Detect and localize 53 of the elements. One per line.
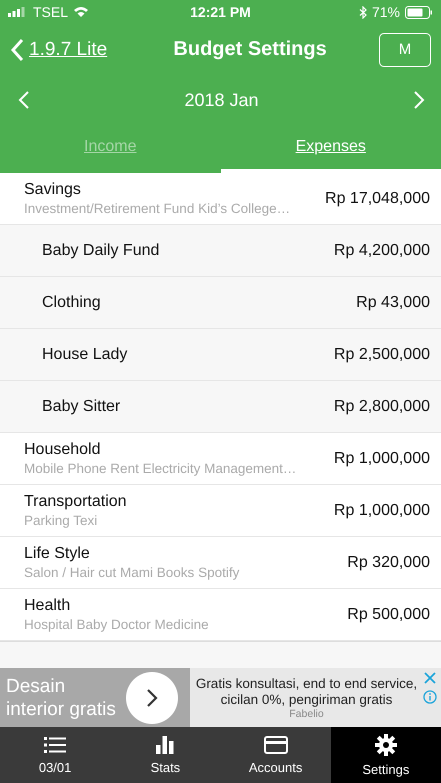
category-name: Transportation — [24, 493, 127, 511]
category-amount: Rp 320,000 — [347, 554, 430, 572]
category-name: Household — [24, 441, 102, 459]
subcategory-row[interactable]: House Lady Rp 2,500,000 — [0, 329, 441, 381]
subcategory-name: House Lady — [42, 346, 128, 364]
screen-title: Budget Settings — [172, 38, 328, 61]
list-icon — [44, 736, 66, 754]
subcategory-row[interactable]: Baby Sitter Rp 2,800,000 — [0, 381, 441, 433]
ad-headline: Desain interior gratis — [6, 674, 117, 720]
tab-bar-item[interactable]: Accounts — [220, 727, 331, 783]
subcategory-row[interactable]: Baby Daily Fund Rp 4,200,000 — [0, 225, 441, 277]
tab-bar-item[interactable]: 03/01 — [0, 727, 110, 783]
subcategory-name: Baby Daily Fund — [42, 242, 160, 260]
category-amount: Rp 500,000 — [347, 606, 430, 624]
status-time: 12:21 PM — [190, 4, 251, 20]
wifi-icon — [73, 6, 90, 18]
category-note: Hospital Baby Doctor Medicine — [24, 617, 209, 632]
previous-month-icon[interactable] — [18, 90, 30, 110]
ad-arrow-button[interactable] — [126, 672, 178, 724]
category-name: Life Style — [24, 545, 91, 563]
category-name: Health — [24, 597, 72, 615]
category-amount: Rp 1,000,000 — [334, 450, 430, 468]
tab-bar-item[interactable]: Stats — [110, 727, 220, 783]
category-name: Savings — [24, 181, 82, 199]
carrier-name: TSEL — [33, 4, 68, 20]
subcategory-name: Clothing — [42, 294, 101, 312]
card-icon — [264, 736, 288, 754]
subcategory-row[interactable]: Clothing Rp 43,000 — [0, 277, 441, 329]
subcategory-amount: Rp 43,000 — [356, 294, 430, 312]
ad-banner[interactable]: Desain interior gratis Gratis konsultasi, end to end service, cicilan 0%, pengiriman gratis Fabelio — [0, 668, 441, 727]
category-note: Salon / Hair cut Mami Books Spotify — [24, 565, 240, 580]
category-amount: Rp 1,000,000 — [334, 502, 430, 520]
close-icon[interactable] — [423, 671, 437, 685]
tab-bar-item[interactable]: Settings — [330, 727, 441, 783]
next-month-icon[interactable] — [412, 90, 425, 110]
battery-icon — [404, 6, 433, 18]
category-note: Parking Texi — [24, 513, 98, 528]
period-label: 2018 Jan — [184, 90, 259, 110]
chevron-left-icon — [10, 38, 24, 62]
battery-percent: 71% — [372, 4, 400, 20]
category-note: Investment/Retirement Fund Kid’s College… — [24, 201, 290, 216]
ad-advertiser: Fabelio — [289, 708, 324, 720]
bluetooth-icon — [358, 6, 367, 18]
ad-body: Gratis konsultasi, end to end service, cicilan 0%, pengiriman gratis — [194, 676, 418, 708]
bar-chart-icon — [156, 736, 174, 754]
info-icon[interactable] — [423, 690, 437, 704]
subcategory-amount: Rp 2,500,000 — [334, 346, 430, 364]
category-amount: Rp 17,048,000 — [325, 190, 430, 208]
subcategory-name: Baby Sitter — [42, 398, 120, 416]
subcategory-amount: Rp 2,800,000 — [334, 398, 430, 416]
subcategory-amount: Rp 4,200,000 — [334, 242, 430, 260]
category-note: Mobile Phone Rent Electricity Management… — [24, 461, 296, 476]
chevron-right-icon — [145, 686, 159, 708]
